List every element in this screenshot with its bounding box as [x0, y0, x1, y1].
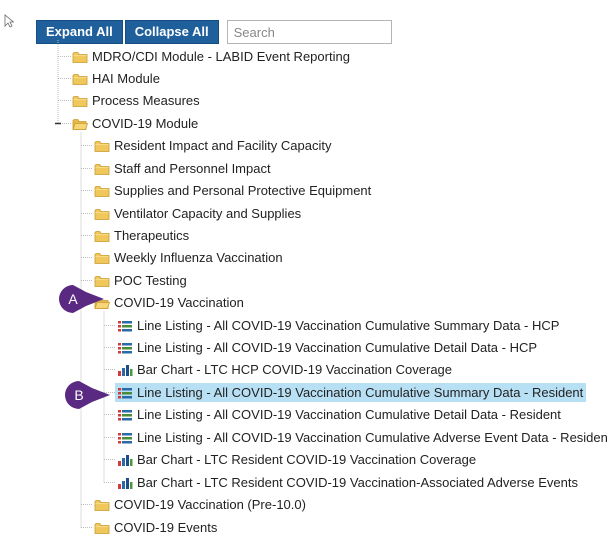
- tree-item[interactable]: Supplies and Personal Protective Equipme…: [92, 181, 374, 200]
- tree-item[interactable]: Bar Chart - LTC HCP COVID-19 Vaccination…: [115, 360, 455, 379]
- tree-item-label: Supplies and Personal Protective Equipme…: [114, 183, 372, 198]
- tree-item-label: Therapeutics: [114, 228, 190, 243]
- tree-item-label: Process Measures: [92, 93, 200, 108]
- tree-item[interactable]: Resident Impact and Facility Capacity: [92, 136, 334, 155]
- tree-item[interactable]: Weekly Influenza Vaccination: [92, 248, 286, 267]
- tree-item[interactable]: Bar Chart - LTC Resident COVID-19 Vaccin…: [115, 450, 479, 469]
- tree-item-label: Weekly Influenza Vaccination: [114, 250, 283, 265]
- folder-icon: [94, 230, 110, 242]
- folder-icon: [94, 163, 110, 175]
- tree-item[interactable]: HAI Module: [70, 69, 163, 88]
- folder-icon: [94, 522, 110, 534]
- tree-item-label: Line Listing - All COVID-19 Vaccination …: [137, 340, 538, 355]
- tree-item-label: Bar Chart - LTC Resident COVID-19 Vaccin…: [137, 452, 477, 467]
- tree-item-label: Bar Chart - LTC HCP COVID-19 Vaccination…: [137, 362, 453, 377]
- line-listing-icon: [118, 320, 132, 331]
- tree-item[interactable]: Line Listing - All COVID-19 Vaccination …: [115, 338, 540, 357]
- folder-icon: [94, 185, 110, 197]
- callout-marker: B: [60, 380, 112, 410]
- tree-item-label: HAI Module: [92, 71, 160, 86]
- tree-item-label: Ventilator Capacity and Supplies: [114, 206, 302, 221]
- tree-item[interactable]: COVID-19 Events: [92, 518, 220, 537]
- folder-icon: [72, 95, 88, 107]
- bar-chart-icon: [118, 454, 133, 466]
- tree-item[interactable]: MDRO/CDI Module - LABID Event Reporting: [70, 47, 353, 66]
- line-listing-icon: [118, 432, 132, 443]
- tree-item[interactable]: COVID-19 Vaccination (Pre-10.0): [92, 495, 309, 514]
- tree-item[interactable]: Line Listing - All COVID-19 Vaccination …: [115, 405, 564, 424]
- tree-item-label: Bar Chart - LTC Resident COVID-19 Vaccin…: [137, 475, 578, 490]
- tree-item[interactable]: COVID-19 Module: [70, 114, 201, 133]
- tree-item-label: Line Listing - All COVID-19 Vaccination …: [137, 407, 561, 422]
- folder-icon: [94, 499, 110, 511]
- bar-chart-icon: [118, 364, 133, 376]
- line-listing-icon: [118, 387, 132, 398]
- tree-item-label: COVID-19 Events: [114, 520, 218, 535]
- tree-item-label: COVID-19 Module: [92, 116, 199, 131]
- tree-item[interactable]: COVID-19 Vaccination: [92, 293, 247, 312]
- tree-item-label: Line Listing - All COVID-19 Vaccination …: [137, 318, 560, 333]
- tree-item-label: POC Testing: [114, 273, 187, 288]
- line-listing-icon: [118, 409, 132, 420]
- folder-icon: [72, 51, 88, 63]
- folder-icon: [72, 73, 88, 85]
- tree-item[interactable]: Line Listing - All COVID-19 Vaccination …: [115, 316, 562, 335]
- folder-open-icon: [72, 118, 88, 130]
- callout-letter: B: [74, 387, 84, 403]
- line-listing-icon: [118, 342, 132, 353]
- callout-letter: A: [68, 291, 78, 307]
- bar-chart-icon: [118, 477, 133, 489]
- tree-item-label: Staff and Personnel Impact: [114, 161, 271, 176]
- tree-item-label: Line Listing - All COVID-19 Vaccination …: [137, 385, 584, 400]
- folder-icon: [94, 252, 110, 264]
- tree-item[interactable]: Line Listing - All COVID-19 Vaccination …: [115, 428, 608, 447]
- folder-icon: [94, 140, 110, 152]
- tree-item[interactable]: Ventilator Capacity and Supplies: [92, 204, 304, 223]
- tree-item-label: COVID-19 Vaccination (Pre-10.0): [114, 497, 306, 512]
- tree-item[interactable]: Bar Chart - LTC Resident COVID-19 Vaccin…: [115, 473, 581, 492]
- callout-marker: A: [54, 284, 106, 314]
- tree-item[interactable]: Staff and Personnel Impact: [92, 159, 274, 178]
- tree-item[interactable]: Line Listing - All COVID-19 Vaccination …: [115, 383, 587, 402]
- tree-item-label: Resident Impact and Facility Capacity: [114, 138, 332, 153]
- tree-item[interactable]: Process Measures: [70, 91, 203, 110]
- tree-item-label: Line Listing - All COVID-19 Vaccination …: [137, 430, 608, 445]
- tree-item[interactable]: POC Testing: [92, 271, 190, 290]
- tree-item-label: COVID-19 Vaccination: [114, 295, 244, 310]
- tree-item[interactable]: Therapeutics: [92, 226, 192, 245]
- folder-icon: [94, 208, 110, 220]
- tree-item-label: MDRO/CDI Module - LABID Event Reporting: [92, 49, 350, 64]
